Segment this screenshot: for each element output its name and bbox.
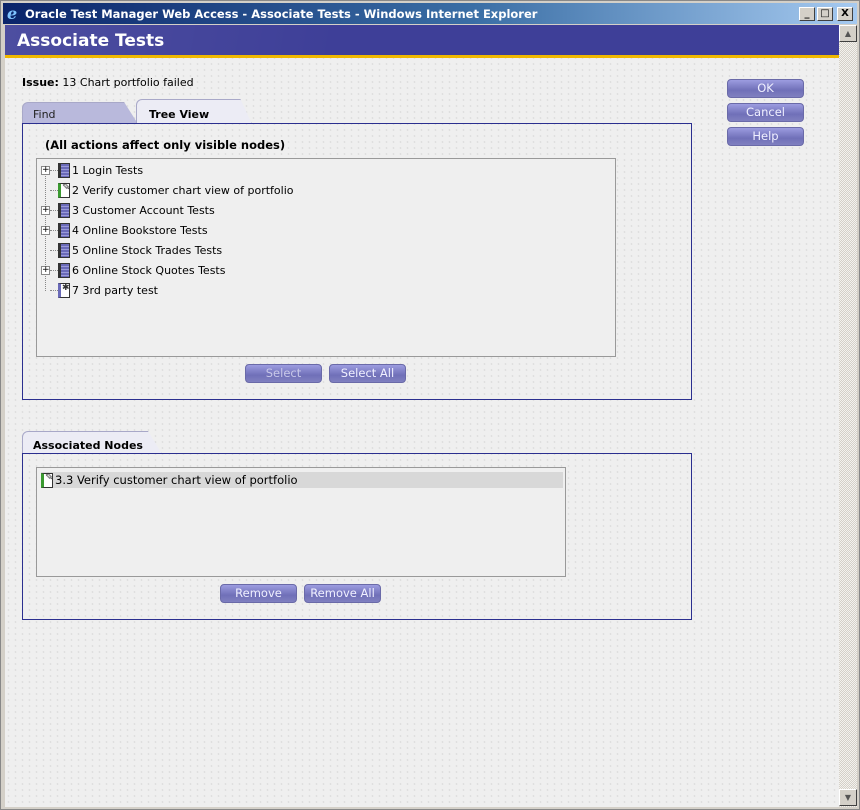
associated-nodes-list[interactable]: 3.3 Verify customer chart view of portfo… bbox=[36, 467, 566, 577]
list-item[interactable]: 3.3 Verify customer chart view of portfo… bbox=[41, 472, 563, 488]
expand-icon[interactable]: + bbox=[41, 225, 50, 235]
book-icon bbox=[58, 202, 70, 218]
browser-window: e Oracle Test Manager Web Access - Assoc… bbox=[0, 0, 860, 810]
remove-all-button[interactable]: Remove All bbox=[304, 584, 381, 603]
issue-label: Issue: bbox=[22, 76, 59, 89]
remove-button[interactable]: Remove bbox=[220, 584, 297, 603]
book-icon bbox=[58, 262, 70, 278]
scroll-up-button[interactable]: ▲ bbox=[839, 25, 857, 42]
tree-node[interactable]: 7 3rd party test bbox=[37, 280, 158, 300]
scroll-down-button[interactable]: ▼ bbox=[839, 789, 857, 806]
book-icon bbox=[58, 162, 70, 178]
book-icon bbox=[58, 242, 70, 258]
tree-node-label[interactable]: 1 Login Tests bbox=[72, 164, 143, 177]
minimize-button[interactable]: _ bbox=[799, 6, 815, 21]
third-party-test-icon bbox=[58, 282, 70, 298]
page-header: Associate Tests bbox=[5, 25, 839, 58]
tree-node-label[interactable]: 5 Online Stock Trades Tests bbox=[72, 244, 222, 257]
tree-node[interactable]: 5 Online Stock Trades Tests bbox=[37, 240, 222, 260]
issue-info: Issue: 13 Chart portfolio failed bbox=[22, 76, 194, 89]
help-button[interactable]: Help bbox=[727, 127, 804, 146]
expand-icon[interactable]: + bbox=[41, 205, 50, 215]
tree-node[interactable]: + 1 Login Tests bbox=[37, 160, 143, 180]
tree-view-panel: (All actions affect only visible nodes) … bbox=[22, 123, 692, 400]
tab-associated-nodes[interactable]: Associated Nodes bbox=[22, 431, 162, 454]
select-all-button[interactable]: Select All bbox=[329, 364, 406, 383]
tab-find[interactable]: Find bbox=[22, 102, 138, 124]
tree-node-label[interactable]: 3 Customer Account Tests bbox=[72, 204, 215, 217]
expand-icon[interactable]: + bbox=[41, 265, 50, 275]
ok-button[interactable]: OK bbox=[727, 79, 804, 98]
test-doc-icon bbox=[41, 472, 53, 488]
tree-node-label[interactable]: 2 Verify customer chart view of portfoli… bbox=[72, 184, 294, 197]
internet-explorer-icon: e bbox=[7, 3, 18, 23]
test-doc-icon bbox=[58, 182, 70, 198]
visible-nodes-note: (All actions affect only visible nodes) bbox=[45, 138, 286, 152]
maximize-button[interactable]: □ bbox=[817, 6, 833, 21]
tree-node-label[interactable]: 6 Online Stock Quotes Tests bbox=[72, 264, 225, 277]
tree-node-label[interactable]: 4 Online Bookstore Tests bbox=[72, 224, 208, 237]
issue-value: 13 Chart portfolio failed bbox=[62, 76, 194, 89]
page-content: Associate Tests Issue: 13 Chart portfoli… bbox=[5, 25, 839, 807]
vertical-scrollbar[interactable]: ▲ ▼ bbox=[839, 25, 857, 807]
cancel-button[interactable]: Cancel bbox=[727, 103, 804, 122]
associated-node-label[interactable]: 3.3 Verify customer chart view of portfo… bbox=[55, 473, 298, 487]
title-bar[interactable]: e Oracle Test Manager Web Access - Assoc… bbox=[3, 3, 857, 24]
tree-node[interactable]: + 4 Online Bookstore Tests bbox=[37, 220, 208, 240]
associated-nodes-panel: 3.3 Verify customer chart view of portfo… bbox=[22, 453, 692, 620]
close-button[interactable]: X bbox=[837, 6, 853, 21]
tree-node[interactable]: + 6 Online Stock Quotes Tests bbox=[37, 260, 225, 280]
tab-tree-view[interactable]: Tree View bbox=[136, 99, 252, 124]
window-title: Oracle Test Manager Web Access - Associa… bbox=[25, 6, 538, 21]
tree-node[interactable]: + 3 Customer Account Tests bbox=[37, 200, 215, 220]
expand-icon[interactable]: + bbox=[41, 165, 50, 175]
select-button[interactable]: Select bbox=[245, 364, 322, 383]
tree-node-label[interactable]: 7 3rd party test bbox=[72, 284, 158, 297]
tree-node[interactable]: 2 Verify customer chart view of portfoli… bbox=[37, 180, 294, 200]
book-icon bbox=[58, 222, 70, 238]
test-tree[interactable]: + 1 Login Tests 2 Verify customer chart … bbox=[36, 158, 616, 357]
